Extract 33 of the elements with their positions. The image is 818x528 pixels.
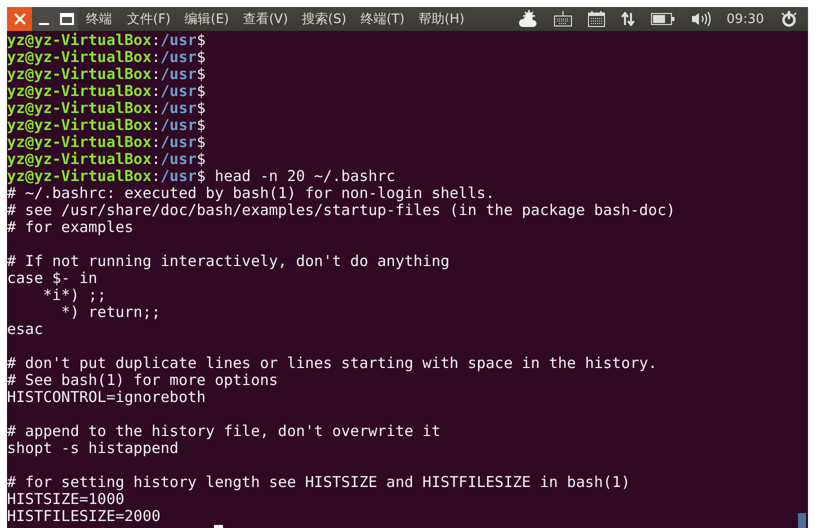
output-line: *) return;; (60, 304, 161, 321)
command-line: yz@yz-VirtualBox:/usr$ (7, 66, 206, 83)
output-line: HISTCONTROL=ignoreboth (7, 389, 206, 406)
command-line: yz@yz-VirtualBox:/usr$ (7, 117, 206, 134)
menu-item[interactable]: 查看(V) (236, 7, 296, 31)
command-line: yz@yz-VirtualBox:/usr$ (7, 134, 206, 151)
output-line: # If not running interactively, don't do anything (7, 253, 450, 270)
command-line: yz@yz-VirtualBox:/usr$ (7, 100, 206, 117)
output-line: # don't put duplicate lines or lines starting with space in the history. (7, 355, 658, 372)
menu-item[interactable]: 搜索(S) (295, 7, 354, 31)
command-line: yz@yz-VirtualBox:/usr$ (7, 151, 206, 168)
clock[interactable]: 09:30 (726, 12, 764, 26)
output-line: # for setting history length see HISTSIZE and HISTFILESIZE in bash(1) (7, 474, 630, 491)
menu-item[interactable]: 终端(T) (353, 7, 412, 31)
output-line: *i*) ;; (42, 287, 106, 304)
output-line: HISTSIZE=1000 (7, 491, 124, 508)
output-line: # for examples (7, 219, 134, 236)
command-line: yz@yz-VirtualBox:/usr$ (7, 32, 206, 49)
command-line: yz@yz-VirtualBox:/usr$ (7, 83, 206, 100)
menu-item[interactable]: 编辑(E) (178, 7, 236, 31)
output-line: esac (7, 321, 44, 338)
menu-item[interactable]: 帮助(H) (412, 7, 472, 31)
output-line: case $- in (7, 270, 98, 287)
window-title: 终端 (86, 11, 112, 28)
menu-item[interactable]: 文件(F) (120, 7, 178, 31)
output-line: # see /usr/share/doc/bash/examples/startup-files (in the package bash-doc) (7, 202, 676, 219)
output-line: # See bash(1) for more options (7, 372, 278, 389)
command-line: yz@yz-VirtualBox:/usr$ head -n 20 ~/.bashrc (7, 168, 396, 185)
output-line: # ~/.bashrc: executed by bash(1) for non-login shells. (7, 185, 495, 202)
command-line: yz@yz-VirtualBox:/usr$ (7, 49, 206, 66)
output-line: # append to the history file, don't overwrite it (7, 423, 440, 440)
output-line: HISTFILESIZE=2000 (7, 508, 161, 525)
output-line: shopt -s histappend (7, 440, 179, 457)
